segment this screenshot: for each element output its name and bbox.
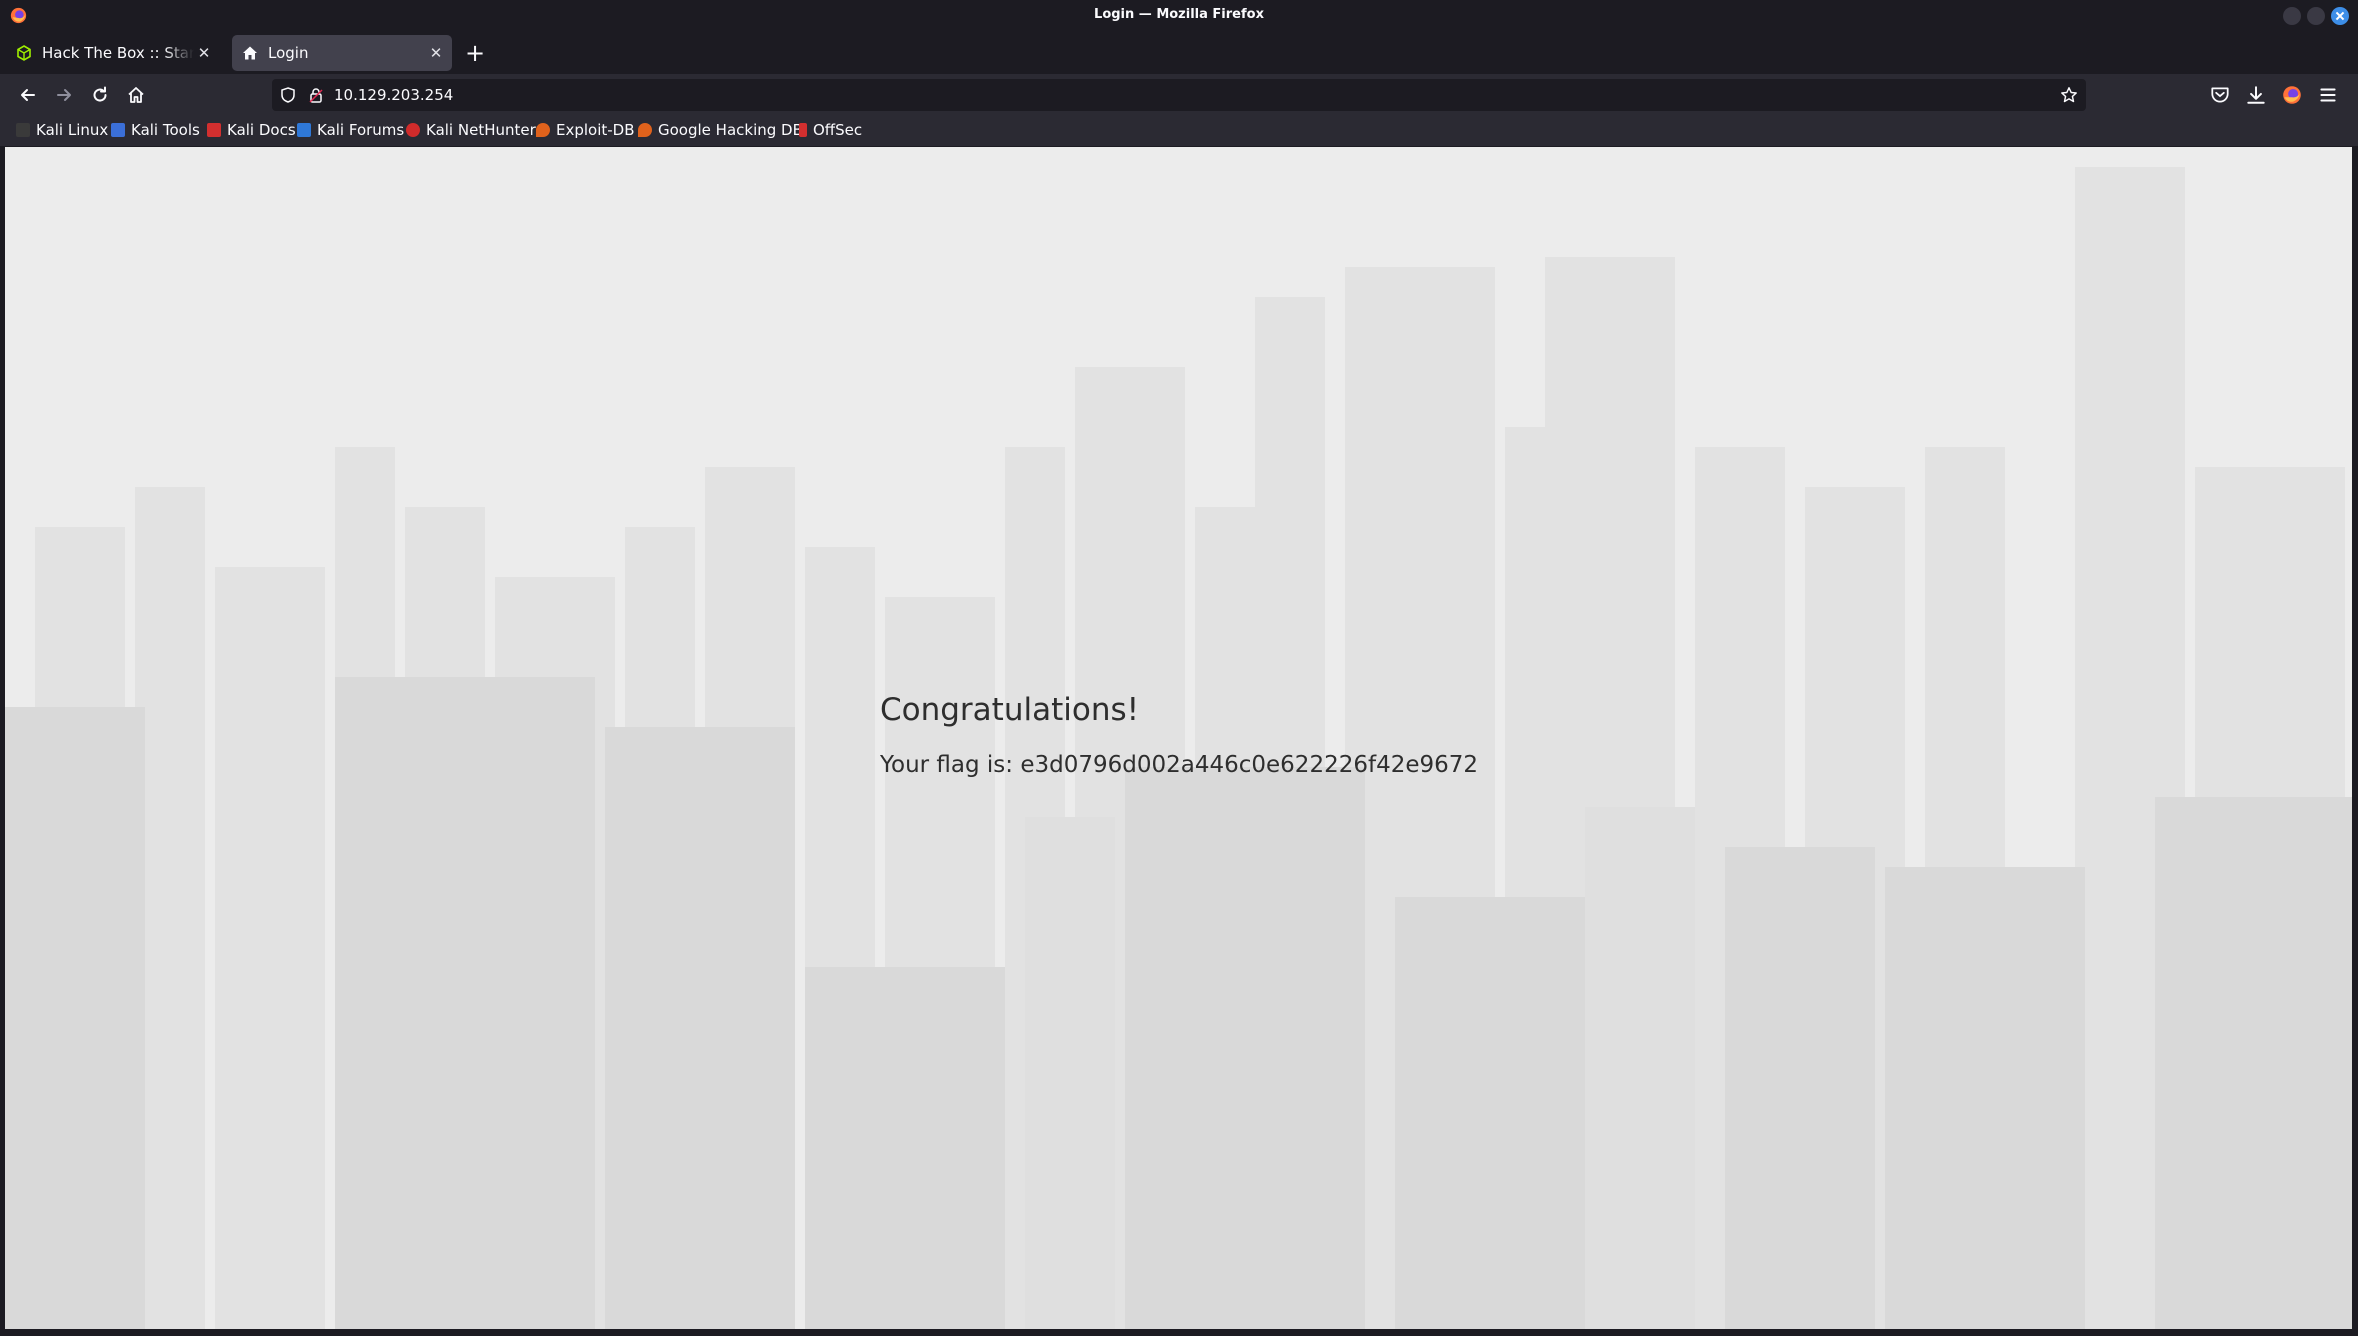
kali-docs-icon (207, 123, 221, 137)
firefox-account-icon[interactable] (2281, 84, 2303, 106)
ghdb-icon (638, 123, 652, 137)
reload-icon (93, 86, 107, 102)
window-bottom-border (0, 1329, 2358, 1336)
close-tab-icon[interactable]: ✕ (194, 44, 214, 62)
bookmark-kali-nethunter[interactable]: Kali NetHunter (406, 121, 536, 139)
kali-dragon-icon (16, 123, 30, 137)
navigation-toolbar: 10.129.203.254 (0, 74, 2358, 116)
forward-button[interactable] (50, 81, 78, 109)
home-button[interactable] (122, 81, 150, 109)
tracking-protection-shield-icon[interactable] (280, 87, 296, 103)
bookmark-kali-linux[interactable]: Kali Linux (16, 121, 108, 139)
bookmark-label: OffSec (813, 121, 863, 139)
tab-label: Login (268, 44, 309, 62)
pocket-icon[interactable] (2209, 84, 2231, 106)
bookmark-label: Google Hacking DB (658, 121, 803, 139)
success-message: Congratulations! Your flag is: e3d0796d0… (880, 692, 1478, 778)
close-tab-icon[interactable]: ✕ (426, 44, 446, 62)
bookmark-kali-tools[interactable]: Kali Tools (111, 121, 200, 139)
reload-button[interactable] (86, 81, 114, 109)
bookmark-kali-forums[interactable]: Kali Forums (297, 121, 404, 139)
tab-hackthebox[interactable]: Hack The Box :: Starting P ✕ (6, 35, 220, 71)
bookmarks-toolbar: Kali Linux Kali Tools Kali Docs Kali For… (0, 116, 2358, 146)
bookmark-label: Kali Linux (36, 121, 109, 139)
back-arrow-icon (21, 89, 35, 101)
new-tab-button[interactable]: + (462, 40, 488, 66)
window-title: Login — Mozilla Firefox (1094, 7, 1264, 22)
bookmark-star-icon[interactable] (2060, 86, 2078, 104)
hackthebox-cube-icon (17, 45, 31, 61)
close-window-button[interactable] (2331, 7, 2349, 25)
bookmark-label: Kali Forums (317, 121, 405, 139)
tab-strip: Hack The Box :: Starting P ✕ Login ✕ + (0, 32, 2358, 74)
downloads-icon[interactable] (2245, 84, 2267, 106)
bookmark-label: Kali Tools (131, 121, 200, 139)
congratulations-heading: Congratulations! (880, 692, 1140, 728)
exploit-db-icon (536, 123, 550, 137)
bookmark-offsec[interactable]: OffSec (799, 121, 862, 139)
bookmark-google-hacking-db[interactable]: Google Hacking DB (638, 121, 803, 139)
window-titlebar: Login — Mozilla Firefox (0, 0, 2358, 32)
url-text[interactable]: 10.129.203.254 (334, 86, 453, 104)
minimize-window-button[interactable] (2283, 7, 2301, 25)
page-viewport: Congratulations! Your flag is: e3d0796d0… (5, 147, 2352, 1329)
bookmark-label: Exploit-DB (556, 121, 635, 139)
kali-tools-icon (111, 123, 125, 137)
bookmark-kali-docs[interactable]: Kali Docs (207, 121, 296, 139)
tab-label: Hack The Box :: Starting P (42, 44, 194, 62)
offsec-icon (799, 123, 807, 137)
bookmark-label: Kali Docs (227, 121, 296, 139)
maximize-window-button[interactable] (2307, 7, 2325, 25)
forward-arrow-icon (57, 89, 71, 101)
flag-text: Your flag is: e3d0796d002a446c0e622226f4… (880, 752, 1479, 778)
bookmark-exploit-db[interactable]: Exploit-DB (536, 121, 635, 139)
home-icon (243, 46, 257, 60)
hamburger-menu-icon[interactable] (2317, 84, 2339, 106)
home-icon (128, 87, 144, 103)
nethunter-icon (406, 123, 420, 137)
bookmark-label: Kali NetHunter (426, 121, 536, 139)
kali-forums-icon (297, 123, 311, 137)
address-bar[interactable]: 10.129.203.254 (272, 79, 2086, 111)
tab-login[interactable]: Login ✕ (232, 35, 452, 71)
back-button[interactable] (14, 81, 42, 109)
insecure-lock-icon[interactable] (308, 87, 324, 103)
